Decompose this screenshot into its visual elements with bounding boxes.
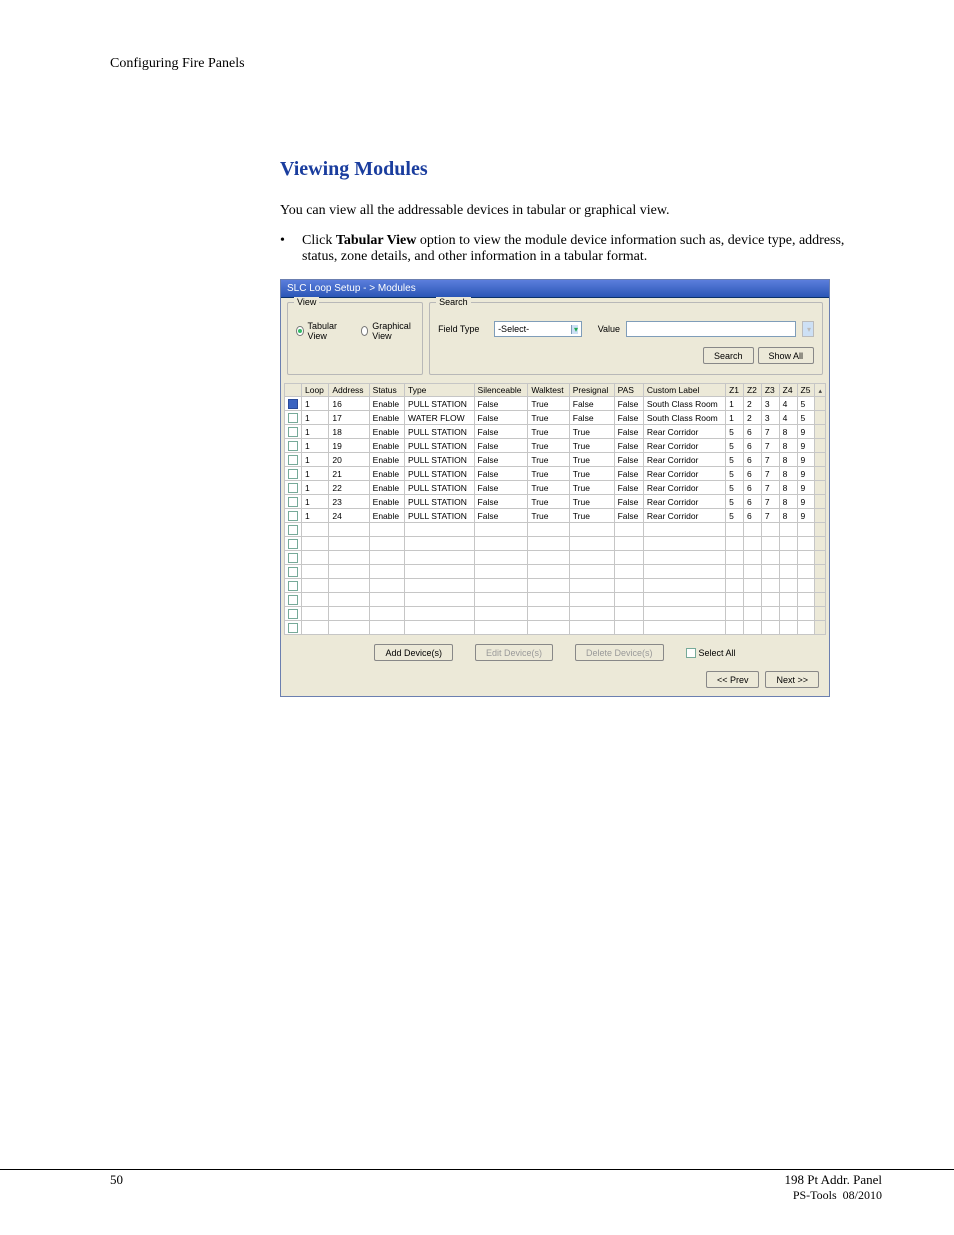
view-legend: View xyxy=(294,297,319,307)
row-checkbox[interactable] xyxy=(288,441,298,451)
selectall-label: Select All xyxy=(699,648,736,658)
table-row xyxy=(285,579,826,593)
window-titlebar: SLC Loop Setup - > Modules xyxy=(281,280,829,298)
tabular-view-label: Tabular View xyxy=(308,321,344,341)
page-number: 50 xyxy=(110,1172,123,1203)
table-header[interactable]: Silenceable xyxy=(474,384,528,397)
table-header[interactable]: Status xyxy=(369,384,404,397)
table-row xyxy=(285,565,826,579)
table-row xyxy=(285,593,826,607)
table-row[interactable]: 123EnablePULL STATIONFalseTrueTrueFalseR… xyxy=(285,495,826,509)
view-fieldset: View Tabular View Graphical View xyxy=(287,302,423,375)
value-label: Value xyxy=(588,324,620,334)
bullet-text: Click Tabular View option to view the mo… xyxy=(302,233,882,265)
table-header[interactable]: Address xyxy=(329,384,369,397)
fieldtype-label: Field Type xyxy=(438,324,488,334)
table-header[interactable]: Z1 xyxy=(726,384,744,397)
bullet-prefix: Click xyxy=(302,233,336,248)
table-row[interactable]: 121EnablePULL STATIONFalseTrueTrueFalseR… xyxy=(285,467,826,481)
table-header[interactable]: Loop xyxy=(302,384,329,397)
row-checkbox[interactable] xyxy=(288,511,298,521)
running-header: Configuring Fire Panels xyxy=(110,56,882,72)
row-checkbox[interactable] xyxy=(288,455,298,465)
delete-devices-button[interactable]: Delete Device(s) xyxy=(575,644,664,661)
graphical-radio[interactable] xyxy=(361,326,369,336)
footer-sub: PS-Tools 08/2010 xyxy=(784,1188,882,1203)
table-row[interactable]: 117EnableWATER FLOWFalseTrueFalseFalseSo… xyxy=(285,411,826,425)
table-header[interactable]: Type xyxy=(404,384,474,397)
row-checkbox[interactable] xyxy=(288,581,298,591)
table-row xyxy=(285,551,826,565)
table-row xyxy=(285,523,826,537)
add-devices-button[interactable]: Add Device(s) xyxy=(374,644,453,661)
table-row xyxy=(285,537,826,551)
intro-text: You can view all the addressable devices… xyxy=(280,203,882,219)
search-button[interactable]: Search xyxy=(703,347,754,364)
chevron-down-icon: ▾ xyxy=(571,325,578,334)
table-row[interactable]: 116EnablePULL STATIONFalseTrueFalseFalse… xyxy=(285,397,826,411)
table-row[interactable]: 118EnablePULL STATIONFalseTrueTrueFalseR… xyxy=(285,425,826,439)
selectall-checkbox[interactable] xyxy=(686,648,696,658)
tabular-radio[interactable] xyxy=(296,326,304,336)
table-header[interactable]: PAS xyxy=(614,384,643,397)
row-checkbox[interactable] xyxy=(288,399,298,409)
row-checkbox[interactable] xyxy=(288,553,298,563)
row-checkbox[interactable] xyxy=(288,413,298,423)
row-checkbox[interactable] xyxy=(288,483,298,493)
row-checkbox[interactable] xyxy=(288,539,298,549)
fieldtype-select[interactable]: -Select- ▾ xyxy=(494,321,582,337)
footer-product: 198 Pt Addr. Panel xyxy=(784,1172,882,1188)
table-header[interactable]: Z2 xyxy=(743,384,761,397)
edit-devices-button[interactable]: Edit Device(s) xyxy=(475,644,553,661)
row-checkbox[interactable] xyxy=(288,427,298,437)
showall-button[interactable]: Show All xyxy=(758,347,815,364)
row-checkbox[interactable] xyxy=(288,609,298,619)
table-row xyxy=(285,607,826,621)
next-button[interactable]: Next >> xyxy=(765,671,819,688)
table-header[interactable]: Z5 xyxy=(797,384,815,397)
modules-table: LoopAddressStatusTypeSilenceableWalktest… xyxy=(284,383,826,635)
section-title: Viewing Modules xyxy=(280,158,882,181)
page-footer: 50 198 Pt Addr. Panel PS-Tools 08/2010 xyxy=(0,1169,954,1203)
table-header[interactable]: Walktest xyxy=(528,384,569,397)
table-row[interactable]: 122EnablePULL STATIONFalseTrueTrueFalseR… xyxy=(285,481,826,495)
row-checkbox[interactable] xyxy=(288,497,298,507)
fieldtype-value: -Select- xyxy=(498,324,529,334)
table-header[interactable] xyxy=(815,384,826,397)
table-header[interactable]: Z3 xyxy=(761,384,779,397)
table-header[interactable]: Custom Label xyxy=(643,384,725,397)
row-checkbox[interactable] xyxy=(288,567,298,577)
bullet-dot: • xyxy=(280,233,302,249)
row-checkbox[interactable] xyxy=(288,623,298,633)
table-row[interactable]: 120EnablePULL STATIONFalseTrueTrueFalseR… xyxy=(285,453,826,467)
row-checkbox[interactable] xyxy=(288,595,298,605)
table-header[interactable] xyxy=(285,384,302,397)
search-legend: Search xyxy=(436,297,471,307)
row-checkbox[interactable] xyxy=(288,525,298,535)
table-header[interactable]: Z4 xyxy=(779,384,797,397)
modules-screenshot: SLC Loop Setup - > Modules View Tabular … xyxy=(280,279,830,697)
table-header[interactable]: Presignal xyxy=(569,384,614,397)
chevron-down-icon: ▾ xyxy=(802,321,814,337)
bullet-bold: Tabular View xyxy=(336,233,417,248)
table-row[interactable]: 124EnablePULL STATIONFalseTrueTrueFalseR… xyxy=(285,509,826,523)
prev-button[interactable]: << Prev xyxy=(706,671,760,688)
table-row xyxy=(285,621,826,635)
search-fieldset: Search Field Type -Select- ▾ Value ▾ Sea… xyxy=(429,302,823,375)
value-input[interactable] xyxy=(626,321,796,337)
table-row[interactable]: 119EnablePULL STATIONFalseTrueTrueFalseR… xyxy=(285,439,826,453)
row-checkbox[interactable] xyxy=(288,469,298,479)
graphical-view-label: Graphical View xyxy=(372,321,414,341)
